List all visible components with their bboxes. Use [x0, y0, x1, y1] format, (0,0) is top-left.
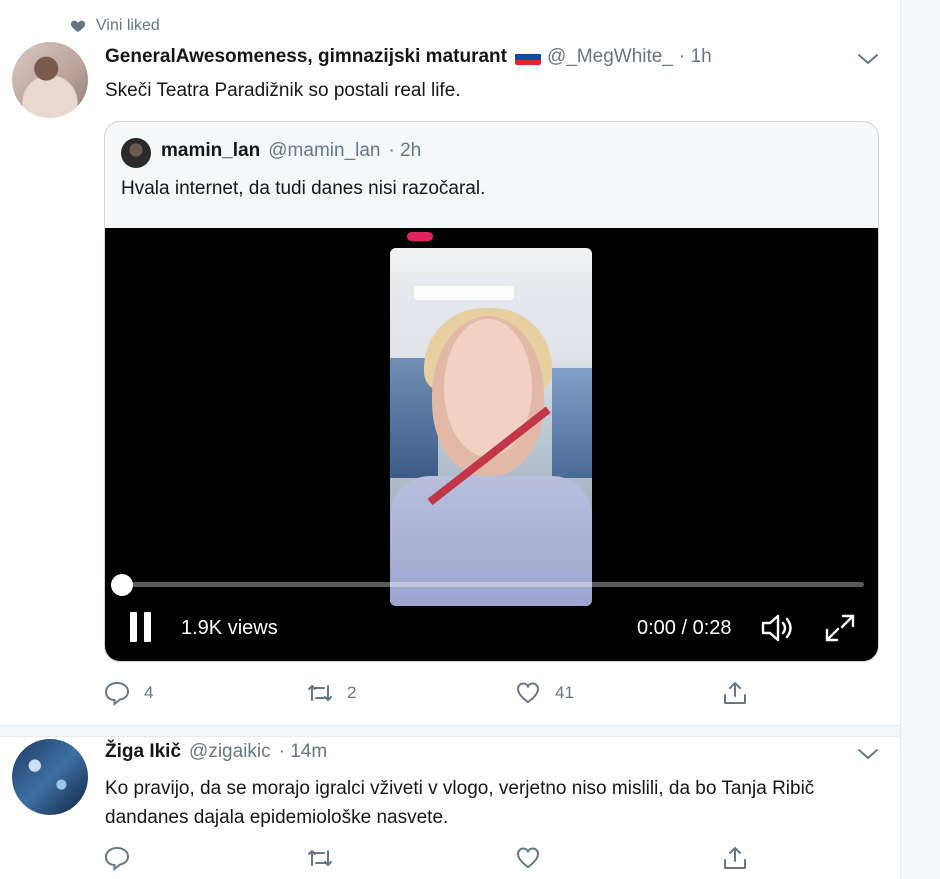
liked-by-text: Vini liked: [96, 17, 160, 34]
volume-icon[interactable]: [760, 612, 796, 644]
chevron-down-icon[interactable]: [857, 52, 879, 66]
tweet-header: GeneralAwesomeness, gimnazijski maturant…: [105, 46, 712, 68]
retweet-count: 2: [347, 683, 357, 702]
reply-button[interactable]: 4: [104, 680, 153, 706]
tweet[interactable]: Žiga Ikič @zigaikic · 14m Ko pravijo, da…: [0, 737, 900, 879]
reply-icon: [104, 846, 130, 871]
quoted-tweet-header: mamin_lan @mamin_lan · 2h: [161, 140, 421, 162]
display-name[interactable]: Žiga Ikič: [105, 741, 181, 763]
video-progress-bar[interactable]: [121, 582, 864, 587]
avatar[interactable]: [12, 739, 88, 815]
quoted-tweet-text: Hvala internet, da tudi danes nisi razoč…: [121, 178, 486, 199]
avatar[interactable]: [12, 42, 88, 118]
video-views: 1.9K views: [181, 617, 278, 639]
recording-indicator: [407, 232, 433, 241]
reply-button[interactable]: [104, 845, 130, 871]
pause-button[interactable]: [130, 612, 156, 642]
tweet-divider: [0, 725, 900, 737]
sidebar-edge: [900, 0, 940, 879]
heart-icon: [516, 682, 540, 704]
video-player[interactable]: 1.9K views 0:00 / 0:28: [105, 228, 878, 661]
user-handle[interactable]: @zigaikic: [189, 741, 271, 763]
tweet-time[interactable]: · 14m: [279, 741, 328, 763]
tweet-text: Ko pravijo, da se morajo igralci vživeti…: [105, 778, 815, 828]
video-progress-handle[interactable]: [111, 574, 133, 596]
heart-icon: [70, 20, 86, 32]
avatar[interactable]: [121, 138, 151, 168]
video-frame: [390, 248, 592, 606]
video-timecode: 0:00 / 0:28: [637, 617, 732, 639]
share-icon: [724, 682, 746, 704]
share-button[interactable]: [722, 680, 748, 706]
like-button[interactable]: 41: [515, 680, 574, 706]
display-name[interactable]: GeneralAwesomeness, gimnazijski maturant: [105, 46, 507, 68]
retweet-button[interactable]: [307, 845, 333, 871]
quoted-tweet[interactable]: mamin_lan @mamin_lan · 2h Hvala internet…: [104, 121, 879, 662]
heart-icon: [516, 847, 540, 869]
retweet-icon: [308, 685, 332, 701]
share-icon: [724, 847, 746, 869]
social-context: Vini liked: [70, 17, 160, 35]
slovenia-flag-icon: [514, 49, 541, 65]
tweet[interactable]: Vini liked GeneralAwesomeness, gimnazijs…: [0, 0, 900, 725]
retweet-button[interactable]: 2: [307, 680, 356, 706]
like-button[interactable]: [515, 845, 541, 871]
fullscreen-icon[interactable]: [823, 612, 857, 644]
user-handle[interactable]: @_MegWhite_: [547, 46, 673, 68]
reply-icon: [104, 681, 130, 706]
tweet-time[interactable]: · 2h: [388, 140, 421, 162]
like-count: 41: [555, 683, 574, 702]
display-name[interactable]: mamin_lan: [161, 140, 260, 162]
timeline-feed: Vini liked GeneralAwesomeness, gimnazijs…: [0, 0, 900, 879]
tweet-header: Žiga Ikič @zigaikic · 14m: [105, 741, 327, 763]
reply-count: 4: [144, 683, 154, 702]
tweet-time[interactable]: · 1h: [679, 46, 712, 68]
retweet-icon: [308, 850, 332, 866]
chevron-down-icon[interactable]: [857, 747, 879, 761]
tweet-text: Skeči Teatra Paradižnik so postali real …: [105, 80, 461, 101]
share-button[interactable]: [722, 845, 748, 871]
user-handle[interactable]: @mamin_lan: [268, 140, 380, 162]
